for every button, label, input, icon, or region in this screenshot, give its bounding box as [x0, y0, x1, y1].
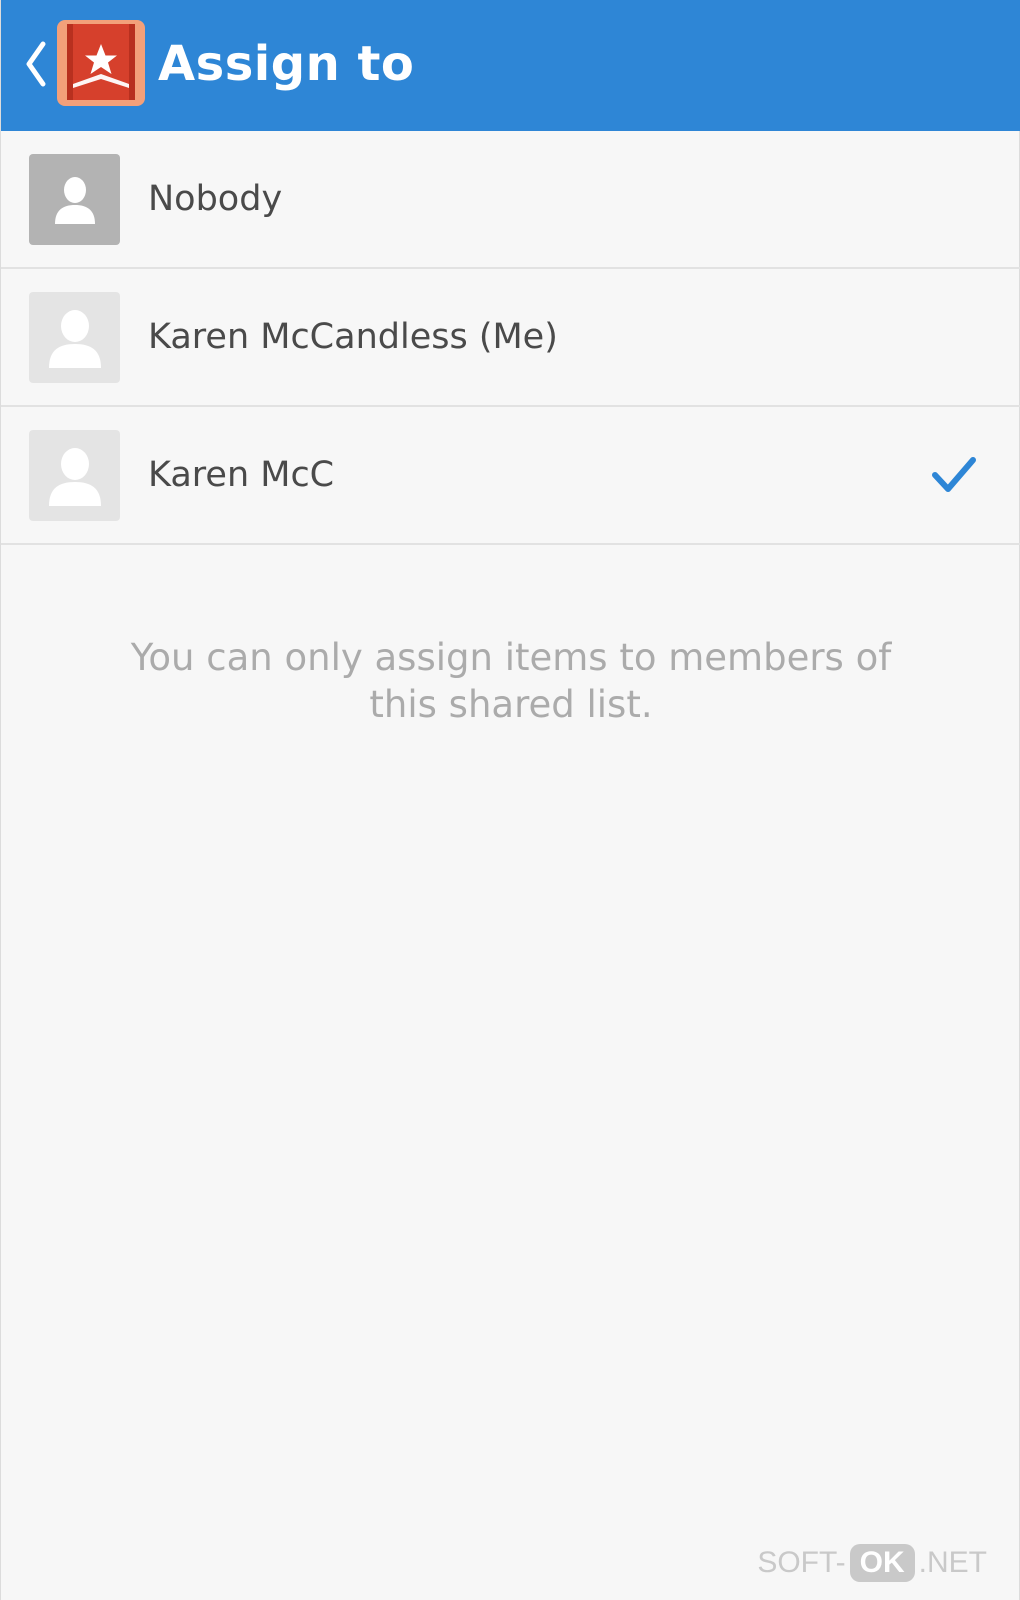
- watermark-badge: OK: [849, 1544, 915, 1582]
- action-bar: Assign to: [1, 0, 1020, 131]
- back-button[interactable]: [19, 38, 53, 90]
- page-title: Assign to: [158, 36, 415, 92]
- assignee-name: Nobody: [148, 179, 283, 219]
- checkmark-icon: [932, 457, 976, 492]
- assign-to-screen: Assign to Nobody Karen McCandless (Me) K…: [0, 0, 1020, 1600]
- assignee-row-nobody[interactable]: Nobody: [1, 131, 1020, 269]
- person-placeholder-icon: [48, 309, 101, 368]
- assignee-name: Karen McC: [148, 455, 335, 495]
- avatar: [29, 292, 120, 383]
- assignee-name: Karen McCandless (Me): [148, 317, 558, 357]
- assignee-row-karen-mccandless-me[interactable]: Karen McCandless (Me): [1, 269, 1020, 407]
- watermark-suffix: .NET: [918, 1546, 987, 1579]
- assignment-info-text: You can only assign items to members of …: [130, 636, 892, 726]
- chevron-left-icon: [26, 41, 46, 87]
- avatar: [29, 430, 120, 521]
- person-placeholder-icon: [48, 447, 101, 506]
- assignee-row-karen-mcc[interactable]: Karen McC: [1, 407, 1020, 545]
- watermark-prefix: SOFT-: [757, 1546, 846, 1579]
- app-logo-icon: [57, 20, 145, 106]
- assignee-list: Nobody Karen McCandless (Me) Karen McC: [1, 131, 1020, 545]
- person-placeholder-icon: [54, 176, 95, 224]
- avatar: [29, 154, 120, 245]
- watermark: SOFT- OK .NET: [757, 1544, 987, 1582]
